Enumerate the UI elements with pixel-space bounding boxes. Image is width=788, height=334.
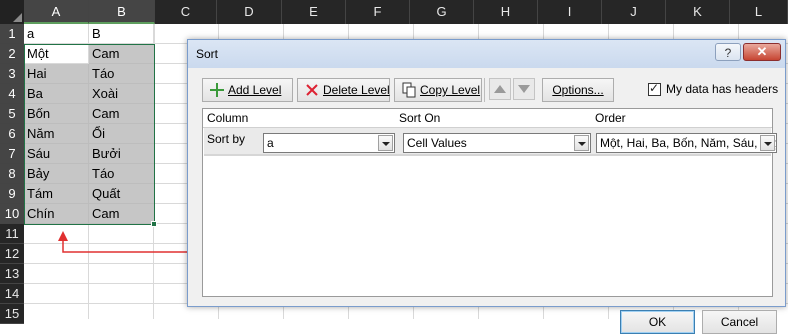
chevron-down-icon[interactable] [760,135,775,151]
order-select[interactable]: Một, Hai, Ba, Bốn, Năm, Sáu, Bảy [596,133,777,153]
help-button[interactable]: ? [715,43,741,61]
sort-on-value: Cell Values [407,136,467,150]
sort-levels-list: Column Sort On Order Sort by a Cell Valu… [202,108,777,297]
options-button[interactable]: Options... [542,78,614,102]
sort-column-select[interactable]: a [263,133,395,153]
x-icon [304,82,320,98]
my-data-has-headers-checkbox[interactable] [648,81,661,96]
close-button[interactable]: ✕ [743,43,781,61]
sort-by-label: Sort by [207,132,246,146]
copy-level-label: Copy Level [420,83,481,97]
dialog-titlebar[interactable]: Sort ? ✕ [188,40,785,68]
copy-icon [401,82,417,98]
dialog-body: Add Level Delete Level Copy Level Option… [194,70,779,334]
cancel-button[interactable]: Cancel [702,310,777,334]
delete-level-label: Delete Level [323,83,390,97]
sort-dialog: Sort ? ✕ Add Level Delete Level Copy Lev… [187,39,786,334]
move-down-button[interactable] [513,78,535,100]
sort-on-select[interactable]: Cell Values [403,133,591,153]
add-level-label: Add Level [228,83,282,97]
chevron-down-icon[interactable] [378,135,393,151]
toolbar-separator [484,78,485,102]
column-header: Column [207,111,249,125]
move-up-button[interactable] [489,78,511,100]
sort-on-header: Sort On [399,111,441,125]
options-label: Options... [552,83,604,97]
order-value: Một, Hai, Ba, Bốn, Năm, Sáu, Bảy [600,136,777,150]
dialog-title: Sort [196,47,219,61]
my-data-has-headers-label[interactable]: My data has headers [666,82,778,96]
add-level-button[interactable]: Add Level [202,78,293,102]
ok-button[interactable]: OK [620,310,695,334]
plus-icon [209,82,225,98]
copy-level-button[interactable]: Copy Level [394,78,482,102]
sort-column-value: a [267,136,274,150]
order-header: Order [595,111,626,125]
chevron-down-icon[interactable] [574,135,589,151]
delete-level-button[interactable]: Delete Level [297,78,390,102]
